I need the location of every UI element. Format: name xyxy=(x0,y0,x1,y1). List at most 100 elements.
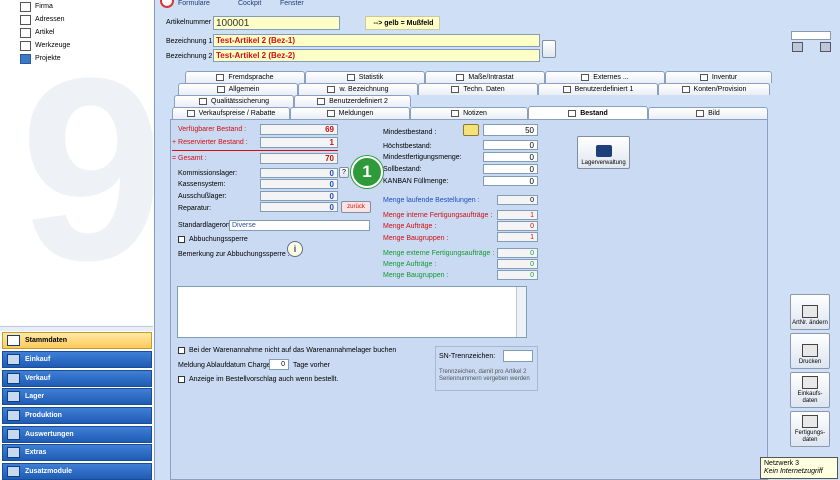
module-produktion[interactable]: Produktion xyxy=(2,407,152,424)
einkauf-icon xyxy=(7,354,20,365)
kassen-label: Kassensystem: xyxy=(178,181,226,188)
tab-w-bezeichnung[interactable]: w. Bezeichnung xyxy=(298,83,418,95)
warehouse-icon xyxy=(595,145,612,157)
tab-externes[interactable]: Externes ... xyxy=(545,71,665,83)
tab-notizen[interactable]: Notizen xyxy=(410,107,528,119)
grid-icon[interactable] xyxy=(792,42,803,52)
external-icon xyxy=(581,74,590,81)
module-auswertungen[interactable]: Auswertungen xyxy=(2,426,152,443)
abbuchungssperre-checkbox[interactable] xyxy=(178,236,185,243)
laufende-bestellungen-value: 0 xyxy=(497,195,538,205)
note-icon xyxy=(451,110,460,117)
zurueck-button[interactable]: zurück xyxy=(341,201,371,213)
warenannahme-checkbox[interactable] xyxy=(178,347,185,354)
tab-techn-daten[interactable]: Techn. Daten xyxy=(418,83,538,95)
einkaufsdaten-button[interactable]: Einkaufs-daten xyxy=(790,372,830,408)
tab-allgemein[interactable]: Allgemein xyxy=(178,83,298,95)
tree-item-firma[interactable]: Firma xyxy=(20,0,53,13)
fertigungsdaten-button[interactable]: Fertigungs-daten xyxy=(790,411,830,447)
tab-meldungen[interactable]: Meldungen xyxy=(290,107,410,119)
tab-statistik[interactable]: Statistik xyxy=(305,71,425,83)
tab-verkaufspreise[interactable]: Verkaufspreise / Rabatte xyxy=(172,107,290,119)
hoechstbestand-input[interactable]: 0 xyxy=(483,140,538,150)
module-lager[interactable]: Lager xyxy=(2,388,152,405)
help-button[interactable]: ? xyxy=(339,167,349,178)
lightbulb-icon[interactable] xyxy=(463,124,479,136)
sn-trennzeichen-input[interactable] xyxy=(503,350,533,362)
building-icon xyxy=(20,1,31,12)
tab-benutzerdefiniert-2[interactable]: Benutzerdefiniert 2 xyxy=(294,95,411,107)
bemerkung-textarea[interactable] xyxy=(177,286,527,338)
kanban-label: KANBAN Füllmenge: xyxy=(383,178,449,185)
tab-konten-provision[interactable]: Konten/Provision xyxy=(658,83,770,95)
tab-fremdsprache[interactable]: Fremdsprache xyxy=(185,71,305,83)
mindestbestand-input[interactable]: 50 xyxy=(483,124,538,136)
verfuegbar-label: Verfügbarer Bestand : xyxy=(178,126,247,133)
bezeichnung1-input[interactable]: Test-Artikel 2 (Bez-1) xyxy=(213,34,540,47)
article-icon xyxy=(20,27,31,38)
artikelnummer-label: Artikelnummer : xyxy=(166,19,216,26)
lager-icon xyxy=(7,391,20,402)
inventory-icon xyxy=(699,74,708,81)
tree-item-artikel[interactable]: Artikel xyxy=(20,26,54,39)
mindestfertigungsmenge-input[interactable]: 0 xyxy=(483,152,538,162)
info-icon[interactable]: i xyxy=(287,241,303,257)
verkauf-icon xyxy=(7,373,20,384)
sollbestand-label: Sollbestand: xyxy=(383,166,422,173)
textarea-scrollbar[interactable] xyxy=(516,287,526,337)
tree-item-projekte[interactable]: Projekte xyxy=(20,52,61,65)
abbuchungssperre-label: Abbuchungssperre xyxy=(189,236,248,243)
module-einkauf[interactable]: Einkauf xyxy=(2,351,152,368)
menu-formulare[interactable]: Formulare xyxy=(178,0,210,7)
tab-qualitaetssicherung[interactable]: Qualitätssicherung xyxy=(174,95,294,107)
module-extras[interactable]: Extras xyxy=(2,444,152,461)
navigator-splitter[interactable] xyxy=(0,326,153,331)
auftraege2-value: 0 xyxy=(497,259,538,269)
tab-masse-intrastat[interactable]: Maße/Intrastat xyxy=(425,71,545,83)
ausschuss-value: 0 xyxy=(260,191,338,201)
baugruppen-value: 1 xyxy=(497,232,538,242)
lagerverwaltung-button[interactable]: Lagerverwaltung xyxy=(577,136,630,169)
cart-icon xyxy=(802,376,818,389)
sn-hint: Trennzeichen, damit pro Artikel 2 Serien… xyxy=(439,369,530,382)
menu-fenster[interactable]: Fenster xyxy=(280,0,304,7)
standardlagerort-input[interactable]: Diverse xyxy=(229,220,370,231)
kanban-input[interactable]: 0 xyxy=(483,176,538,186)
tab-benutzerdefiniert-1[interactable]: Benutzerdefiniert 1 xyxy=(538,83,658,95)
menu-cockpit[interactable]: Cockpit xyxy=(238,0,261,7)
navigator-tree: 9 Firma Adressen Artikel Werkzeuge Proje… xyxy=(0,0,153,326)
laufende-bestellungen-label: Menge laufende Bestellungen : xyxy=(383,197,480,204)
module-verkauf[interactable]: Verkauf xyxy=(2,370,152,387)
artikelnummer-input[interactable]: 100001 xyxy=(213,16,340,30)
ausschuss-label: Ausschußlager: xyxy=(178,193,227,200)
gesamt-label: = Gesamt : xyxy=(172,155,207,162)
tab-bestand[interactable]: Bestand xyxy=(528,106,648,119)
bezeichnung2-input[interactable]: Test-Artikel 2 (Bez-2) xyxy=(213,49,540,62)
bestellvorschlag-checkbox[interactable] xyxy=(178,376,185,383)
toolbar-search-field[interactable] xyxy=(791,31,831,40)
tage-vorher-label: Tage vorher xyxy=(293,362,330,369)
module-stammdaten[interactable]: Stammdaten xyxy=(2,332,152,349)
user-fields-2-icon xyxy=(317,98,326,105)
kommission-label: Kommissionslager: xyxy=(178,170,238,177)
drucken-button[interactable]: Drucken xyxy=(790,333,830,369)
tab-bild[interactable]: Bild xyxy=(648,107,768,119)
step-callout: 1 xyxy=(351,156,383,188)
ablaufdatum-tage-input[interactable]: 0 xyxy=(269,359,289,370)
document-icon[interactable] xyxy=(542,40,556,58)
artnr-aendern-button[interactable]: ArtNr. ändern xyxy=(790,294,830,330)
tab-inventur[interactable]: Inventur xyxy=(665,71,772,83)
accounts-icon xyxy=(681,86,690,93)
reserviert-value: 1 xyxy=(260,137,338,148)
module-zusatzmodule[interactable]: Zusatzmodule xyxy=(2,463,152,480)
tree-item-werkzeuge[interactable]: Werkzeuge xyxy=(20,39,70,52)
auftraege-label: Menge Aufträge : xyxy=(383,223,437,230)
reserviert-label: + Reservierter Bestand : xyxy=(172,139,248,146)
tree-item-adressen[interactable]: Adressen xyxy=(20,13,65,26)
bestellvorschlag-label: Anzeige im Bestellvorschlag auch wenn be… xyxy=(189,376,339,383)
sollbestand-input[interactable]: 0 xyxy=(483,164,538,174)
zusatzmodule-icon xyxy=(7,466,20,477)
sn-trennzeichen-label: SN-Trennzeichen: xyxy=(439,353,496,360)
grid-add-icon[interactable] xyxy=(820,42,831,52)
price-tag-icon xyxy=(186,110,195,117)
